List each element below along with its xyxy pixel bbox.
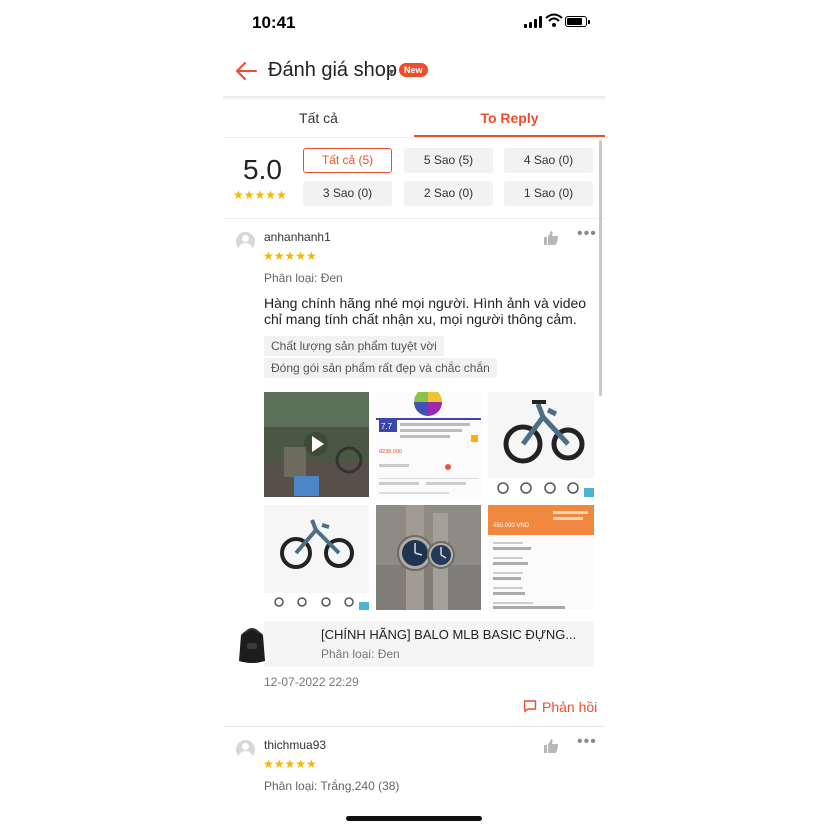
review-username[interactable]: thichmua93 <box>264 738 326 752</box>
review-image[interactable] <box>264 505 369 610</box>
product-thumbnail <box>239 628 265 663</box>
filter-all[interactable]: Tất cả (5) <box>303 148 392 173</box>
review-date: 12-07-2022 22:29 <box>264 675 359 689</box>
avatar-icon <box>236 740 255 759</box>
review-image[interactable]: 7.7 đ238.000 <box>376 392 481 497</box>
media-badge-text: 7.7 <box>381 422 393 431</box>
page-title[interactable]: Đánh giá shop <box>268 59 397 82</box>
media-price-text: 450.000 VND <box>493 523 530 529</box>
phone-screen: 10:41 Đánh giá shop ▼ New Tất cả To Repl… <box>223 0 605 828</box>
review-divider <box>223 726 605 727</box>
scrollbar[interactable] <box>599 140 602 396</box>
review-video-thumbnail[interactable] <box>264 392 369 497</box>
review-variant: Phân loại: Đen <box>264 271 343 285</box>
average-stars: ★★★★★ <box>233 188 287 202</box>
dropdown-caret-icon[interactable]: ▼ <box>387 67 396 77</box>
media-price-text: đ238.000 <box>379 449 402 455</box>
more-icon[interactable]: ••• <box>577 733 597 751</box>
filter-2-star[interactable]: 2 Sao (0) <box>404 181 493 206</box>
review-username[interactable]: anhanhanh1 <box>264 230 331 244</box>
home-indicator[interactable] <box>346 816 482 821</box>
review-image[interactable] <box>376 505 481 610</box>
review-stars: ★★★★★ <box>263 249 317 263</box>
cellular-signal-icon <box>524 16 542 28</box>
review-tag: Chất lượng sản phẩm tuyệt vời <box>264 336 444 356</box>
battery-icon <box>565 16 590 27</box>
average-score: 5.0 <box>243 154 282 185</box>
tab-bar: Tất cả To Reply <box>223 101 605 138</box>
review-stars: ★★★★★ <box>263 757 317 771</box>
filter-1-star[interactable]: 1 Sao (0) <box>504 181 593 206</box>
status-bar: 10:41 <box>223 0 605 46</box>
review-image[interactable] <box>488 392 594 497</box>
product-name: [CHÍNH HÃNG] BALO MLB BASIC ĐỰNG... <box>321 627 577 642</box>
chat-reply-icon[interactable] <box>523 699 537 713</box>
rating-summary: 5.0 ★★★★★ Tất cả (5) 5 Sao (5) 4 Sao (0)… <box>223 138 605 219</box>
thumbs-up-icon[interactable] <box>543 738 559 754</box>
wifi-icon <box>545 13 563 27</box>
review-tag: Đóng gói sản phẩm rất đẹp và chắc chắn <box>264 358 497 378</box>
review-comment: Hàng chính hãng nhé mọi người. Hình ảnh … <box>264 295 587 327</box>
more-icon[interactable]: ••• <box>577 225 597 243</box>
tab-all[interactable]: Tất cả <box>223 101 414 137</box>
filter-4-star[interactable]: 4 Sao (0) <box>504 148 593 173</box>
avatar-icon <box>236 232 255 251</box>
app-header: Đánh giá shop ▼ New <box>223 50 605 96</box>
back-arrow-icon[interactable] <box>235 60 257 82</box>
new-badge: New <box>399 63 428 77</box>
filter-3-star[interactable]: 3 Sao (0) <box>303 181 392 206</box>
thumbs-up-icon[interactable] <box>543 230 559 246</box>
tab-to-reply[interactable]: To Reply <box>414 101 605 137</box>
reply-button[interactable]: Phản hồi <box>542 699 597 715</box>
product-card[interactable]: [CHÍNH HÃNG] BALO MLB BASIC ĐỰNG... Phân… <box>239 621 594 667</box>
review-image[interactable]: 450.000 VND <box>488 505 594 610</box>
filter-5-star[interactable]: 5 Sao (5) <box>404 148 493 173</box>
product-variant: Phân loại: Đen <box>321 647 400 661</box>
status-time: 10:41 <box>252 13 296 32</box>
review-variant: Phân loại: Trắng,240 (38) <box>264 779 400 793</box>
